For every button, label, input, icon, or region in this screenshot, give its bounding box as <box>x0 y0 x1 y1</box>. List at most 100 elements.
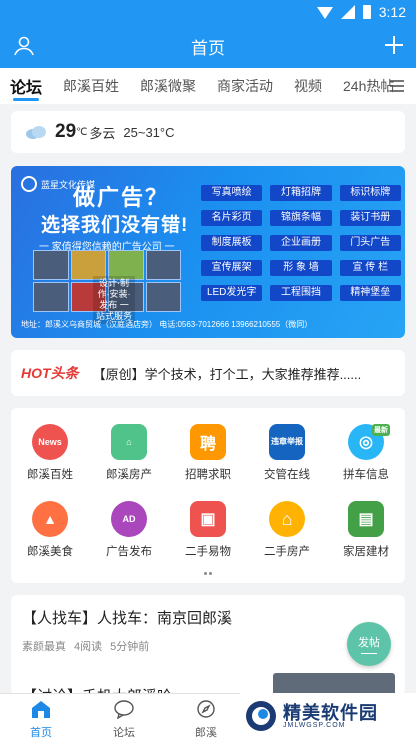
post-meta: 素颜最真 4阅读 5分钟前 <box>22 638 149 654</box>
page-title: 首页 <box>191 38 225 58</box>
carpool-icon: ◎ 最新 <box>348 424 390 460</box>
grid-label: 二手房产 <box>264 546 310 558</box>
banner-headline: 做广告？ <box>73 185 170 210</box>
nav-forum[interactable]: 论坛 <box>94 699 154 739</box>
post-title[interactable]: 【人找车】人找车：南京回郎溪 <box>22 607 232 628</box>
banner-service: 写真喷绘 <box>201 185 263 201</box>
paint-roller-icon: ▤ <box>348 501 384 537</box>
banner-service-text: 设计·制作·安装·发布 一站式服务 <box>93 276 135 324</box>
banner-service: 制度展板 <box>201 235 263 251</box>
tab-langxi-people[interactable]: 郎溪百姓 <box>63 68 119 104</box>
weather-temp: 29 <box>55 121 77 142</box>
banner-service: 装订书册 <box>339 210 401 226</box>
tab-merchant-events[interactable]: 商家活动 <box>217 68 273 104</box>
status-bar: 3:12 <box>0 0 416 24</box>
grid-item-carpool[interactable]: ◎ 最新 拼车信息 <box>327 424 405 482</box>
status-time: 3:12 <box>378 4 406 20</box>
page-indicator <box>204 572 214 576</box>
wifi-icon <box>316 7 333 19</box>
grid-label: 家居建材 <box>343 546 389 558</box>
banner-service: 宣传展架 <box>201 260 263 276</box>
tab-video[interactable]: 视频 <box>294 68 322 104</box>
tab-langxi-gathering[interactable]: 郎溪微聚 <box>140 68 196 104</box>
house-icon: ⌂ <box>111 424 147 460</box>
gift-icon: ▣ <box>190 501 226 537</box>
new-badge: 最新 <box>372 424 390 436</box>
nav-langxi-label: 郎溪 <box>195 727 217 739</box>
grid-label: 郎溪百姓 <box>27 469 73 481</box>
weather-condition: 多云 <box>89 125 116 141</box>
plus-icon[interactable] <box>382 33 406 57</box>
tab-forum[interactable]: 论坛 <box>10 68 42 104</box>
banner-photo <box>33 282 69 312</box>
post-time: 5分钟前 <box>110 641 150 653</box>
user-icon[interactable] <box>12 34 36 58</box>
grid-label: 郎溪房产 <box>106 469 152 481</box>
banner-service: 形 象 墙 <box>270 260 332 276</box>
weather-range: 25~31°C <box>123 124 175 140</box>
new-post-button[interactable]: 发帖 <box>347 622 391 666</box>
nav-langxi[interactable]: 郎溪 <box>176 699 236 739</box>
weather-card[interactable]: 29 ℃ 多云 25~31°C <box>11 111 405 153</box>
grid-item-traffic[interactable]: 违章举报 交管在线 <box>248 424 326 482</box>
recruit-icon: 聘 <box>190 424 226 460</box>
banner-subline: 选择我们没有错! <box>41 215 189 236</box>
post-author: 素颜最真 <box>22 641 66 653</box>
banner-service: 企业画册 <box>270 235 332 251</box>
grid-item-langxi-housing[interactable]: ⌂ 郎溪房产 <box>90 424 168 482</box>
fab-underline <box>361 653 377 654</box>
banner-service: 精神堡垒 <box>339 285 401 301</box>
ad-icon: AD <box>111 501 147 537</box>
tab-bar: 论坛 郎溪百姓 郎溪微聚 商家活动 视频 24h热帖 <box>0 68 416 104</box>
banner-photo <box>145 250 181 280</box>
watermark-subtitle: JMLWGSP.COM <box>283 721 346 729</box>
chat-bubble-icon <box>114 700 134 720</box>
watermark-text-group: 精美软件园 JMLWGSP.COM <box>283 704 378 729</box>
traffic-icon: 违章举报 <box>269 424 305 460</box>
grid-label: 广告发布 <box>106 546 152 558</box>
news-icon: News <box>32 424 68 460</box>
grid-label: 拼车信息 <box>343 469 389 481</box>
hot-news-text[interactable]: 【原创】学个技术，打个工，大家推荐推荐...... <box>93 364 362 383</box>
menu-icon[interactable] <box>390 80 404 92</box>
grid-item-langxi-people[interactable]: News 郎溪百姓 <box>11 424 89 482</box>
app-bar: 首页 <box>0 24 416 68</box>
weather-unit: ℃ <box>76 126 88 138</box>
carpool-icon-glyph: ◎ <box>359 434 373 451</box>
watermark: 精美软件园 JMLWGSP.COM <box>240 693 416 739</box>
battery-icon <box>362 5 371 19</box>
banner-service: 宣 传 栏 <box>339 260 401 276</box>
grid-item-secondhand-housing[interactable]: ⌂ 二手房产 <box>248 501 326 559</box>
grid-item-recruit[interactable]: 聘 招聘求职 <box>169 424 247 482</box>
compass-icon <box>197 700 215 718</box>
watermark-logo <box>246 701 276 731</box>
watermark-title: 精美软件园 <box>283 702 378 723</box>
nav-home-label: 首页 <box>30 727 52 739</box>
ad-banner[interactable]: 蓝星文化传媒 做广告？ 选择我们没有错! 一 家值得您信赖的广告公司 一 设计·… <box>11 166 405 338</box>
signal-icon <box>340 5 355 19</box>
banner-service: 锦旗条幅 <box>270 210 332 226</box>
banner-service: 标识标牌 <box>339 185 401 201</box>
food-icon: ▲ <box>32 501 68 537</box>
grid-label: 二手易物 <box>185 546 231 558</box>
banner-service-grid: 写真喷绘 灯箱招牌 标识标牌 名片彩页 锦旗条幅 装订书册 制度展板 企业画册 … <box>201 185 401 301</box>
grid-item-food[interactable]: ▲ 郎溪美食 <box>11 501 89 559</box>
new-post-label: 发帖 <box>358 637 380 649</box>
cloud-icon <box>26 126 46 139</box>
grid-label: 郎溪美食 <box>27 546 73 558</box>
tab-24h-hot[interactable]: 24h热帖 <box>343 68 394 104</box>
grid-item-secondhand-goods[interactable]: ▣ 二手易物 <box>169 501 247 559</box>
banner-photo <box>33 250 69 280</box>
banner-service: 工程围挡 <box>270 285 332 301</box>
home-icon: ⌂ <box>269 501 305 537</box>
hot-news-bar[interactable]: HOT头条 【原创】学个技术，打个工，大家推荐推荐...... <box>11 350 405 396</box>
hot-badge: HOT头条 <box>21 365 79 381</box>
banner-service: LED发光字 <box>201 285 263 301</box>
grid-label: 招聘求职 <box>185 469 231 481</box>
category-grid: News 郎溪百姓 ⌂ 郎溪房产 聘 招聘求职 违章举报 交管在线 ◎ 最新 拼… <box>11 408 405 583</box>
grid-item-ad[interactable]: AD 广告发布 <box>90 501 168 559</box>
grid-item-building-materials[interactable]: ▤ 家居建材 <box>327 501 405 559</box>
banner-address: 地址：郎溪义乌商贸城（汉庭酒店旁） 电话:0563-7012666 139662… <box>21 320 313 329</box>
grid-label: 交管在线 <box>264 469 310 481</box>
nav-home[interactable]: 首页 <box>11 699 71 739</box>
